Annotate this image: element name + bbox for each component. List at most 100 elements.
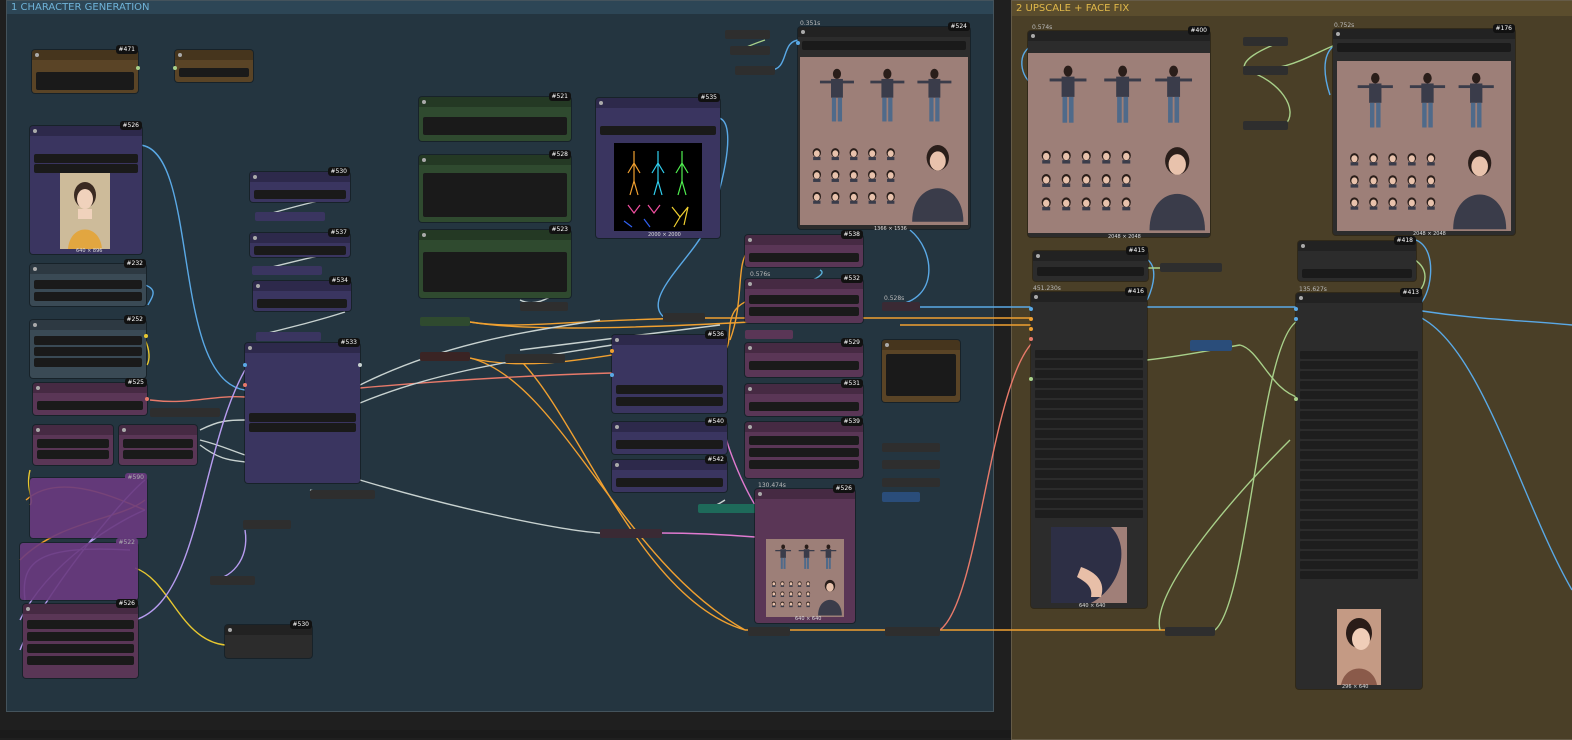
node-collapsed[interactable] xyxy=(735,66,775,75)
node-widget[interactable] xyxy=(802,41,966,50)
node-widget[interactable] xyxy=(1035,390,1143,398)
node-widget[interactable] xyxy=(37,439,109,448)
node-widget[interactable] xyxy=(1035,370,1143,378)
node-collapsed[interactable] xyxy=(256,332,321,341)
node-widget[interactable] xyxy=(1300,351,1418,359)
input-port[interactable] xyxy=(173,66,177,70)
node-widget[interactable] xyxy=(34,358,142,367)
node-widget[interactable] xyxy=(1300,471,1418,479)
node-widget[interactable] xyxy=(1300,561,1418,569)
node-collapsed[interactable] xyxy=(255,212,325,221)
node-widget[interactable] xyxy=(749,448,859,457)
node-widget[interactable] xyxy=(27,620,134,629)
input-port[interactable] xyxy=(796,41,800,45)
node-widget[interactable] xyxy=(123,450,193,459)
node-widget[interactable] xyxy=(1035,400,1143,408)
node-widget[interactable] xyxy=(27,632,134,641)
node-widget[interactable] xyxy=(257,299,347,308)
node-collapsed-teal[interactable] xyxy=(698,504,756,513)
node-collapsed[interactable] xyxy=(882,443,940,452)
output-port[interactable] xyxy=(136,66,140,70)
node-detector[interactable]: #418 xyxy=(1298,236,1416,281)
node-collapsed[interactable] xyxy=(600,529,662,538)
node-widget[interactable] xyxy=(600,126,716,135)
node-widget[interactable] xyxy=(1035,480,1143,488)
node-collapsed[interactable] xyxy=(1160,263,1222,272)
node-collapsed[interactable] xyxy=(243,520,291,529)
node-controlnet-apply[interactable]: #536 xyxy=(610,330,727,413)
node-widget[interactable] xyxy=(1300,541,1418,549)
node-preview-text[interactable]: #530 xyxy=(225,620,312,658)
node-widget[interactable] xyxy=(1302,269,1412,278)
node-widget[interactable] xyxy=(34,292,142,301)
node-widget[interactable] xyxy=(34,154,138,163)
node-collapsed[interactable] xyxy=(730,46,770,55)
node-mask-c[interactable]: #529 xyxy=(745,338,863,377)
output-port[interactable] xyxy=(144,334,148,338)
node-widget[interactable] xyxy=(27,656,134,665)
node-collapsed[interactable] xyxy=(420,317,470,326)
output-port[interactable] xyxy=(145,397,149,401)
node-widget[interactable] xyxy=(1035,460,1143,468)
node-widget[interactable] xyxy=(254,190,346,199)
node-widget[interactable] xyxy=(1300,571,1418,579)
node-widget[interactable] xyxy=(1035,510,1143,518)
node-collapsed[interactable] xyxy=(150,408,220,417)
node-widget[interactable] xyxy=(423,117,567,135)
node-vae-decode[interactable]: #540 xyxy=(612,417,727,454)
node-encode-a[interactable] xyxy=(33,425,113,465)
input-port[interactable] xyxy=(1029,317,1033,321)
node-load-image[interactable]: #526 640 × 896 xyxy=(30,121,142,254)
node-widget[interactable] xyxy=(1035,450,1143,458)
node-widget[interactable] xyxy=(1300,431,1418,439)
node-collapsed[interactable] xyxy=(882,302,920,311)
input-port[interactable] xyxy=(610,349,614,353)
node-prompt-green-b[interactable]: #528 xyxy=(419,150,571,222)
node-collapsed[interactable] xyxy=(885,627,940,636)
node-widget[interactable] xyxy=(1300,511,1418,519)
node-vae-encode[interactable]: #542 xyxy=(612,455,727,492)
node-widget[interactable] xyxy=(886,354,956,396)
input-port[interactable] xyxy=(1029,337,1033,341)
input-port[interactable] xyxy=(1029,307,1033,311)
input-port[interactable] xyxy=(1294,307,1298,311)
node-widget[interactable] xyxy=(749,295,859,304)
input-port[interactable] xyxy=(610,373,614,377)
node-widget[interactable] xyxy=(1300,501,1418,509)
node-widget[interactable] xyxy=(1035,470,1143,478)
node-conditioning[interactable]: #525 xyxy=(33,378,149,415)
node-widget[interactable] xyxy=(34,347,142,356)
node-loader-secondary[interactable] xyxy=(173,50,253,82)
output-port[interactable] xyxy=(358,363,362,367)
input-port[interactable] xyxy=(1294,397,1298,401)
node-preview-empty[interactable] xyxy=(882,340,960,402)
input-port[interactable] xyxy=(1294,317,1298,321)
node-widget[interactable] xyxy=(1300,521,1418,529)
node-widget[interactable] xyxy=(749,460,859,469)
node-collapsed[interactable] xyxy=(310,490,375,499)
node-group-violet-a[interactable]: #590 xyxy=(30,473,147,538)
node-mask-e[interactable]: #539 xyxy=(745,417,863,478)
node-collapsed[interactable] xyxy=(210,576,255,585)
node-widget[interactable] xyxy=(1300,461,1418,469)
node-widget[interactable] xyxy=(1035,410,1143,418)
node-widget[interactable] xyxy=(249,413,356,422)
node-prompt-green-c[interactable]: #523 xyxy=(419,225,571,298)
node-face-detailer-b[interactable]: #413 296 × 640 xyxy=(1294,288,1422,690)
node-lora-a[interactable]: #530 xyxy=(250,167,350,202)
node-widget[interactable] xyxy=(1035,380,1143,388)
node-widget[interactable] xyxy=(34,336,142,345)
node-collapsed-blue[interactable] xyxy=(882,492,920,502)
node-collapsed[interactable] xyxy=(1243,121,1288,130)
node-widget[interactable] xyxy=(423,252,567,292)
node-widget[interactable] xyxy=(616,440,723,449)
node-widget[interactable] xyxy=(1300,361,1418,369)
input-port[interactable] xyxy=(243,363,247,367)
node-widget[interactable] xyxy=(1300,481,1418,489)
node-widget[interactable] xyxy=(1337,43,1511,52)
node-widget[interactable] xyxy=(1300,381,1418,389)
node-collapsed[interactable] xyxy=(882,478,940,487)
node-mask-d[interactable]: #531 xyxy=(745,379,863,416)
node-mask-a[interactable]: #538 xyxy=(745,230,863,267)
node-upscale-preview-a[interactable]: #400 2048 × 2048 xyxy=(1028,26,1210,240)
